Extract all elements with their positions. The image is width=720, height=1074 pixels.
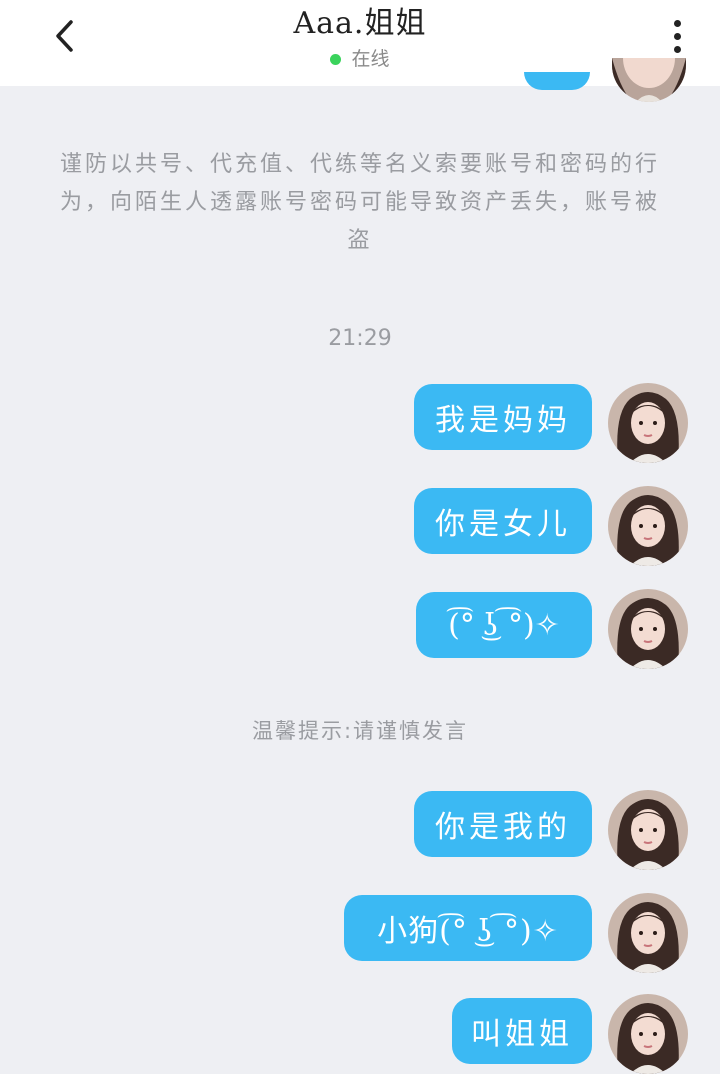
dot-icon — [673, 19, 681, 27]
chevron-left-icon — [56, 20, 73, 52]
online-dot-icon — [330, 53, 342, 65]
avatar[interactable] — [608, 486, 688, 566]
message-bubble[interactable]: 你是我的 — [414, 791, 592, 857]
message-bubble[interactable]: 小狗(͡° ͜ʖ ͡°)✧ — [344, 895, 592, 961]
avatar[interactable] — [608, 790, 688, 870]
tip-notice: 温馨提示:请谨慎发言 — [251, 719, 469, 743]
security-notice: 谨防以共号、代充值、代练等名义索要账号和密码的行为，向陌生人透露账号密码可能导致… — [60, 152, 661, 253]
message-bubble-partial[interactable] — [524, 72, 590, 90]
message-timestamp: 21:29 — [328, 326, 392, 351]
avatar[interactable] — [608, 994, 688, 1074]
online-status: 在线 — [330, 48, 390, 70]
avatar-partial[interactable] — [612, 58, 686, 102]
more-options-button[interactable] — [662, 16, 692, 56]
online-status-label: 在线 — [351, 48, 390, 70]
back-button[interactable] — [44, 16, 84, 56]
dot-icon — [673, 45, 681, 53]
message-bubble[interactable]: 你是女儿 — [414, 488, 592, 554]
dot-icon — [673, 32, 681, 40]
avatar[interactable] — [608, 893, 688, 973]
message-bubble[interactable]: 我是妈妈 — [414, 384, 592, 450]
message-bubble[interactable]: (͡° ͜ʖ ͡°)✧ — [416, 592, 592, 658]
avatar[interactable] — [608, 383, 688, 463]
avatar[interactable] — [608, 589, 688, 669]
chat-title[interactable]: Aaa.姐姐 — [294, 6, 427, 42]
message-bubble[interactable]: 叫姐姐 — [452, 998, 592, 1064]
